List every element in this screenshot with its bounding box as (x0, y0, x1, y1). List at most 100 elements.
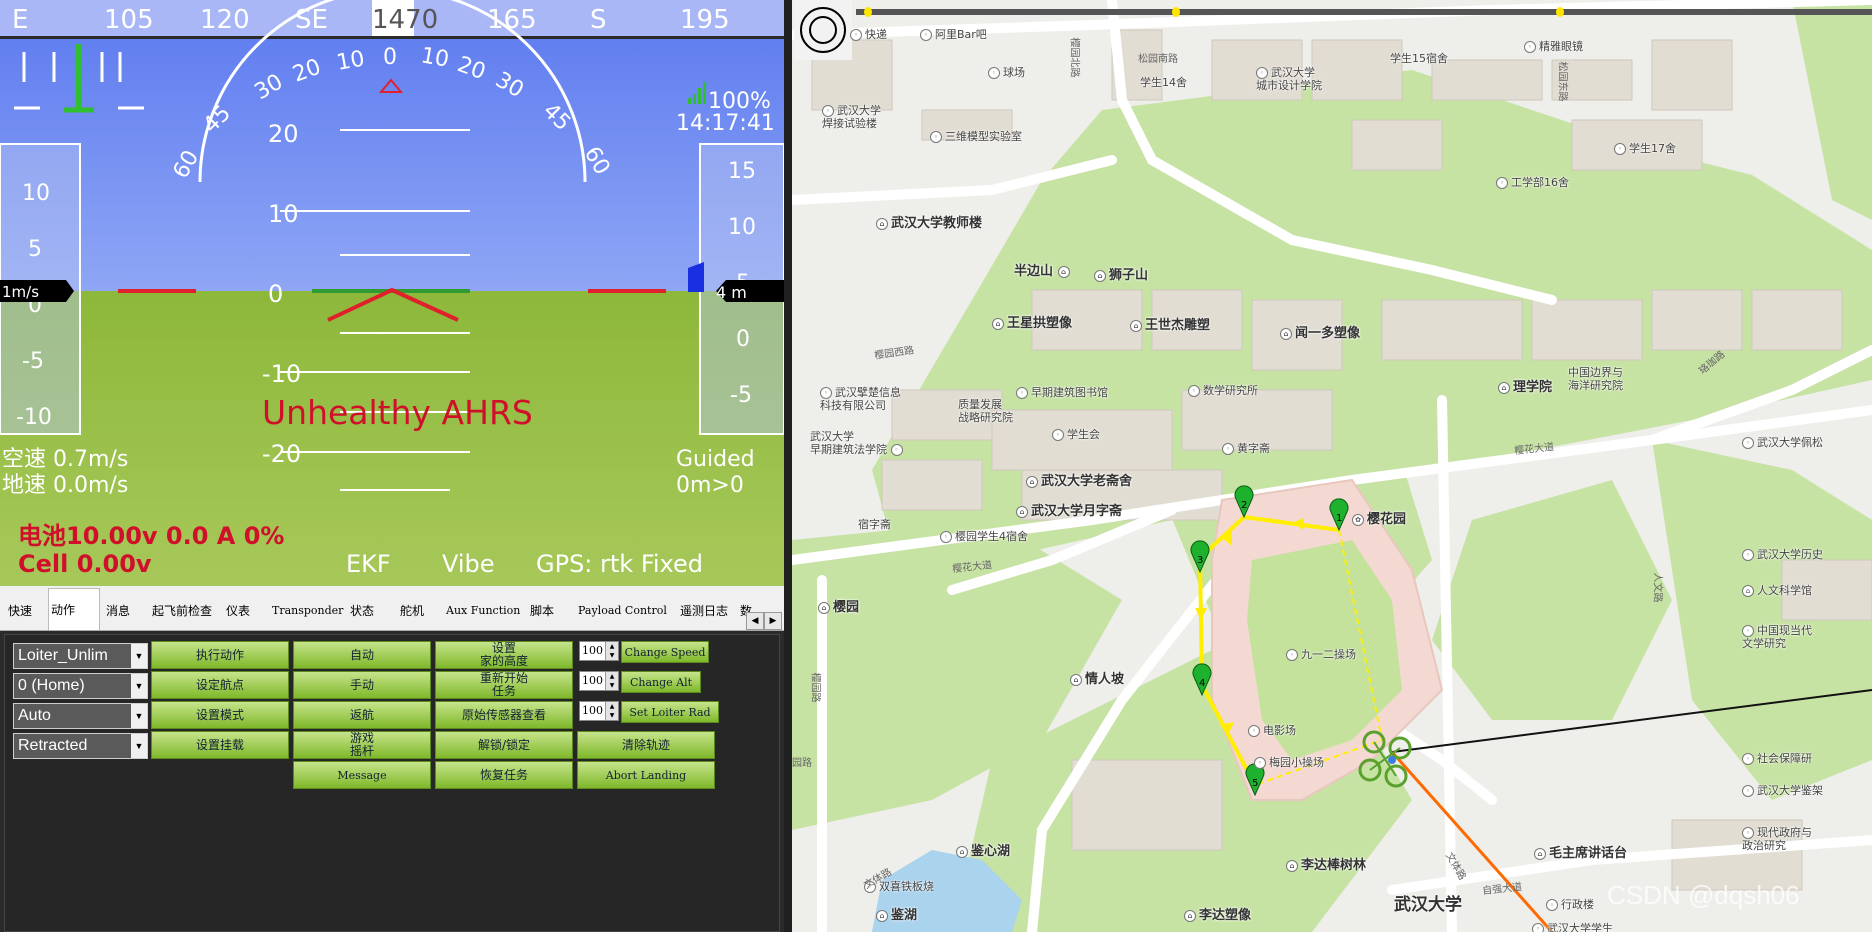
waypoint-select[interactable]: 0 (Home) ▼ (13, 673, 148, 699)
poi-label: ◦ 中国现当代 文学研究 (1742, 624, 1812, 650)
landmark-label: ⌂ 李达塑像 (1184, 904, 1251, 923)
tab-scroll-right-icon[interactable]: ▶ (764, 612, 782, 630)
poi-label: 学生14舍 (1140, 76, 1187, 89)
tab-scroll-left-icon[interactable]: ◀ (746, 612, 764, 630)
manual-button[interactable]: 手动 (293, 671, 431, 699)
tab-gauges[interactable]: 仪表 (224, 594, 252, 628)
heading-label: S (590, 5, 607, 35)
mount-select[interactable]: Retracted ▼ (13, 733, 148, 759)
timeline-bar[interactable] (856, 9, 1872, 15)
roll-label: 10 (335, 46, 367, 75)
set-waypoint-button[interactable]: 设定航点 (151, 671, 289, 699)
restart-mission-button[interactable]: 重新开始 任务 (435, 671, 573, 699)
dropdown-arrow-icon[interactable]: ▼ (131, 704, 147, 728)
poi-icon: ◦ (940, 531, 952, 543)
mission-timeline[interactable]: 0 (792, 0, 1872, 22)
poi-label: ◦ 快递 (850, 26, 887, 42)
poi-label: ◦ 早期建筑图书馆 (1016, 384, 1108, 400)
tab-status[interactable]: 状态 (348, 594, 376, 628)
speed-input[interactable]: 100 ▲ ▼ (579, 641, 619, 661)
spinner-icon[interactable]: ▲ ▼ (605, 672, 618, 690)
loiter-rad-input[interactable]: 100 ▲ ▼ (579, 701, 619, 721)
landmark-label: 半边山 ⌂ (1014, 260, 1073, 279)
pitch-label: -20 (262, 440, 301, 468)
poi-icon: ◦ (1222, 443, 1234, 455)
auto-button[interactable]: 自动 (293, 641, 431, 669)
zoom-control[interactable] (794, 0, 852, 60)
set-loiter-rad-button[interactable]: Set Loiter Rad (621, 701, 719, 723)
poi-icon: ◦ (1254, 757, 1266, 769)
poi-icon: ◦ (890, 444, 903, 456)
landmark-icon: ⌂ (1498, 381, 1510, 394)
speed-tape-label: -10 (16, 405, 52, 430)
set-mount-button[interactable]: 设置挂载 (151, 731, 289, 759)
alt-input[interactable]: 100 ▲ ▼ (579, 671, 619, 691)
poi-label: ◦ 黄字斋 (1222, 440, 1270, 456)
roll-label: 0 (383, 45, 397, 70)
spinner-icon[interactable]: ▲ ▼ (605, 642, 618, 660)
ekf-status[interactable]: EKF (346, 550, 391, 578)
poi-label: ◦ 武汉大学佩松 (1742, 434, 1823, 450)
spinner-icon[interactable]: ▲ ▼ (605, 702, 618, 720)
poi-label: 学生15宿舍 (1390, 52, 1448, 65)
landmark-label: ⌂ 李达棒树林 (1286, 854, 1366, 873)
timeline-marker[interactable] (864, 7, 872, 17)
rtl-button[interactable]: 返航 (293, 701, 431, 729)
tab-prearm[interactable]: 起飞前检查 (150, 594, 214, 628)
do-action-button[interactable]: 执行动作 (151, 641, 289, 669)
poi-icon: ◦ (822, 105, 834, 117)
tab-telemetry-logs[interactable]: 遥测日志 (678, 594, 730, 628)
mode-select[interactable]: Auto ▼ (13, 703, 148, 729)
tab-aux-function[interactable]: Aux Function (444, 594, 522, 628)
airspeed: 空速 0.7m/s (2, 447, 128, 472)
dropdown-arrow-icon[interactable]: ▼ (131, 644, 147, 668)
pitch-label: 0 (268, 280, 283, 308)
raw-sensor-view-button[interactable]: 原始传感器查看 (435, 701, 573, 729)
message-button[interactable]: Message (293, 761, 431, 789)
vibe-status[interactable]: Vibe (442, 550, 495, 578)
set-mode-button[interactable]: 设置模式 (151, 701, 289, 729)
landmark-label: ⌂ 樱园 (818, 596, 859, 615)
dropdown-arrow-icon[interactable]: ▼ (131, 734, 147, 758)
tab-actions[interactable]: 动作 (48, 588, 100, 630)
timeline-marker[interactable] (1172, 7, 1180, 17)
dropdown-arrow-icon[interactable]: ▼ (131, 674, 147, 698)
arm-disarm-button[interactable]: 解锁/锁定 (435, 731, 573, 759)
svg-text:5: 5 (1252, 778, 1258, 789)
poi-icon: ◦ (988, 67, 1000, 79)
poi-icon: ◦ (1742, 437, 1754, 449)
joystick-button[interactable]: 游戏 摇杆 (293, 731, 431, 759)
set-home-alt-button[interactable]: 设置 家的高度 (435, 641, 573, 669)
tab-servo[interactable]: 舵机 (398, 594, 426, 628)
tab-messages[interactable]: 消息 (104, 594, 132, 628)
alt-tape-label: 15 (728, 159, 756, 184)
tab-scripts[interactable]: 脚本 (528, 594, 556, 628)
poi-label: ◦ 学生17舍 (1614, 140, 1676, 156)
clear-track-button[interactable]: 清除轨迹 (577, 731, 715, 759)
timeline-marker[interactable] (1556, 7, 1564, 17)
landmark-icon: ⌂ (1286, 859, 1298, 872)
tab-payload-control[interactable]: Payload Control (576, 594, 669, 628)
poi-icon: ◦ (1742, 625, 1754, 637)
change-alt-button[interactable]: Change Alt (621, 671, 701, 693)
poi-label: 武汉大学 早期建筑法学院 ◦ (810, 430, 906, 456)
splitter[interactable] (784, 0, 792, 932)
poi-label: ◦ 精雅眼镜 (1524, 38, 1583, 54)
landmark-icon: ⌂ (992, 317, 1004, 330)
poi-label: ◦ 球场 (988, 64, 1025, 80)
landmark-label: ⌂ 狮子山 (1094, 264, 1148, 283)
flight-mode: Guided (676, 447, 755, 472)
poi-label: ◦ 学生会 (1052, 426, 1100, 442)
change-speed-button[interactable]: Change Speed (621, 641, 709, 663)
speed-readout: 1m/s (2, 283, 39, 301)
tab-quick[interactable]: 快速 (6, 594, 34, 628)
action-select[interactable]: Loiter_Unlim ▼ (13, 643, 148, 669)
landmark-icon: ⌂ (1184, 909, 1196, 922)
landmark-icon: ⌂ (1534, 847, 1546, 860)
map-view[interactable]: 1 2 3 4 5 0 ◦快递 ◦阿里Bar吧 ◦球场 ◦武汉大学 焊接试验楼 … (792, 0, 1872, 932)
abort-landing-button[interactable]: Abort Landing (577, 761, 715, 789)
tab-transponder[interactable]: Transponder (270, 594, 345, 628)
svg-text:3: 3 (1197, 555, 1203, 566)
waypoint-distance: 0m>0 (676, 473, 744, 498)
resume-mission-button[interactable]: 恢复任务 (435, 761, 573, 789)
